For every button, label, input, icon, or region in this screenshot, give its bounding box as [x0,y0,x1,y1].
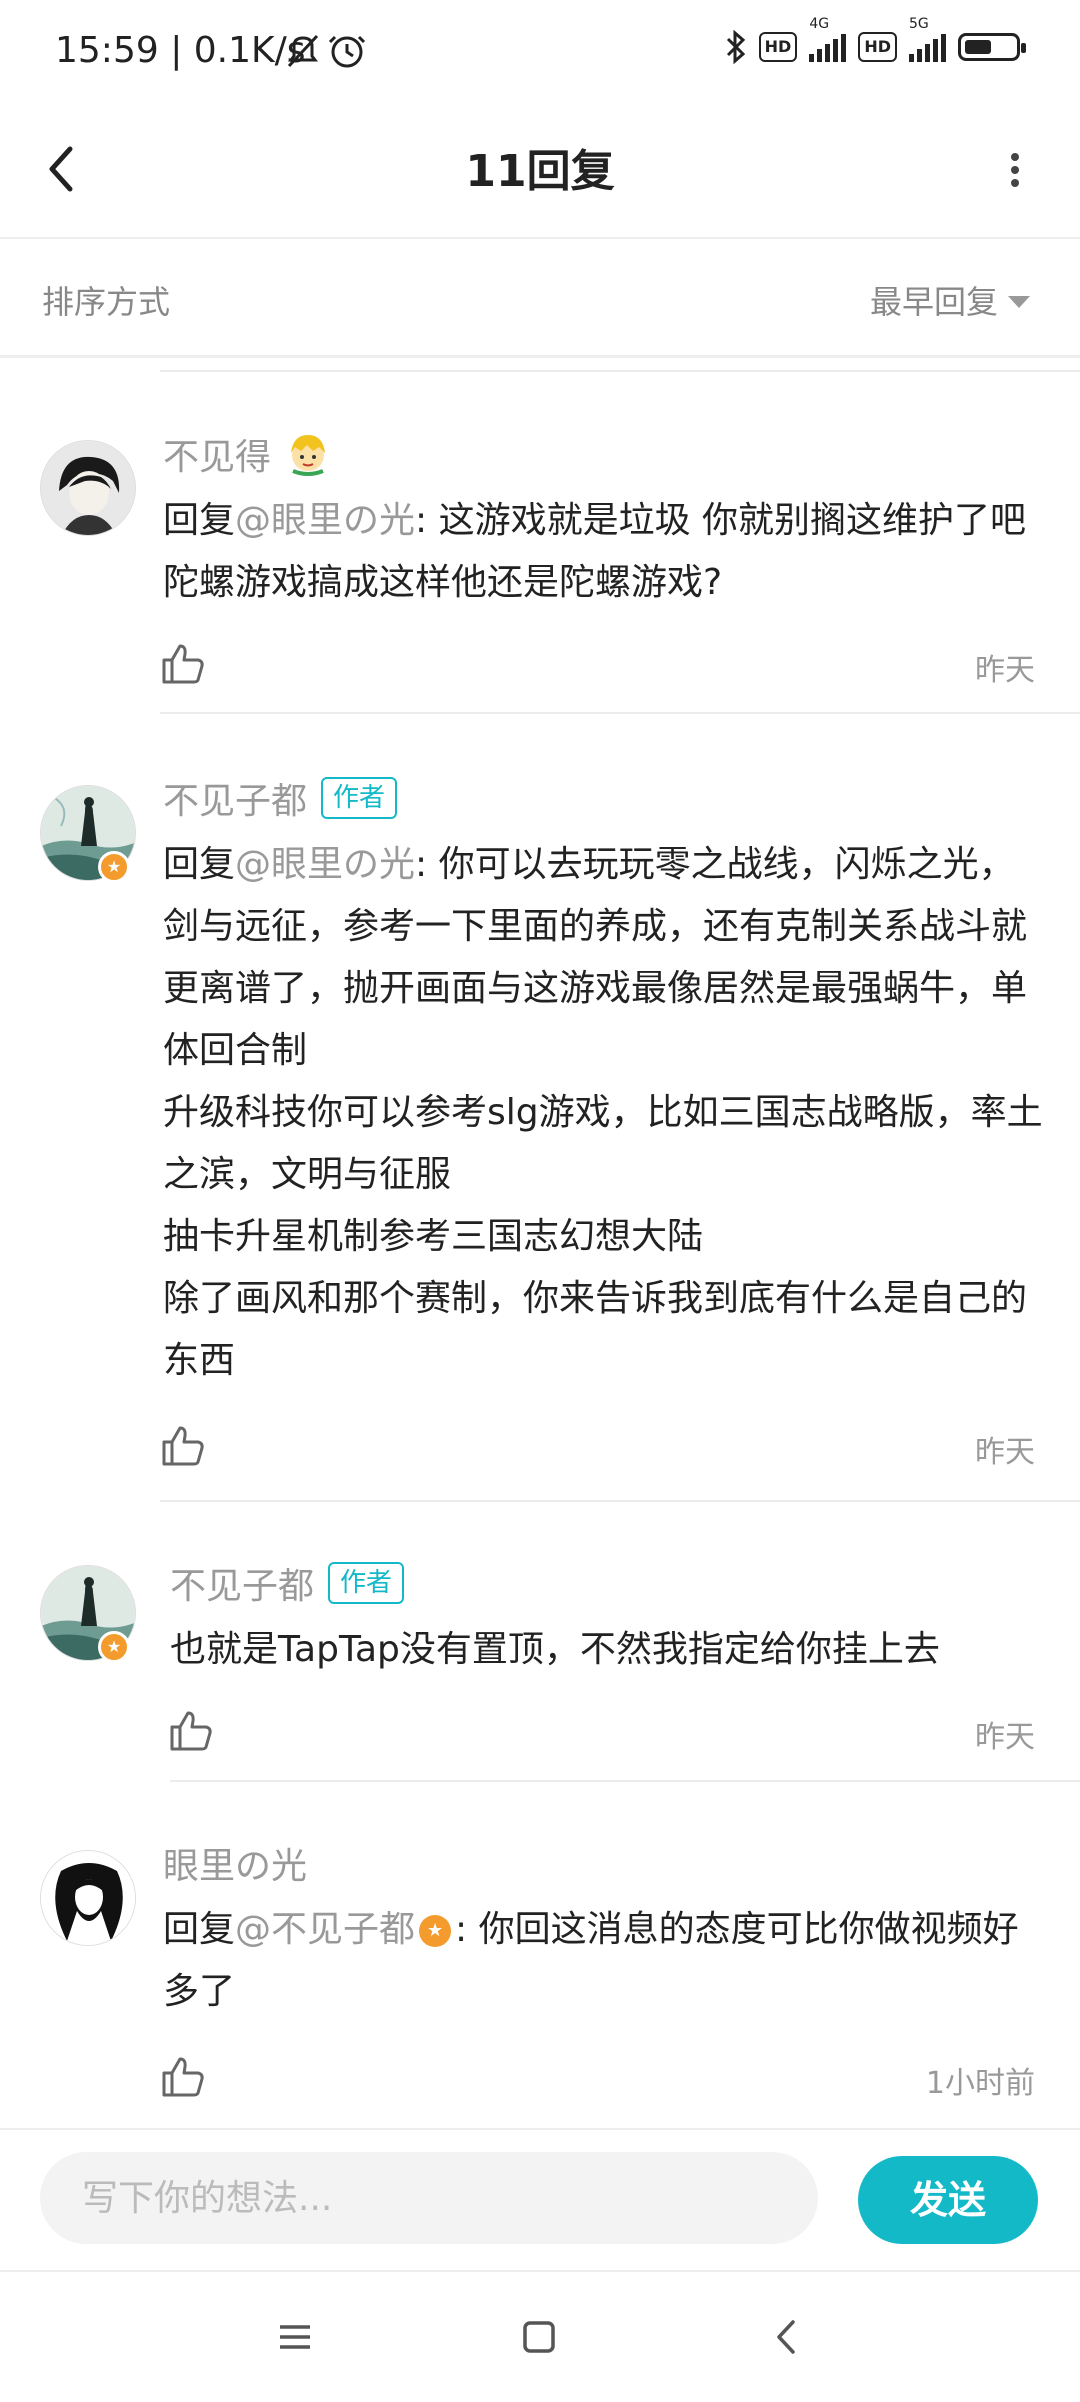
divider [170,1780,1080,1782]
status-left-icons [285,32,369,76]
avatar[interactable] [40,1850,136,1946]
verified-badge-icon: ★ [98,851,130,883]
back-chevron-icon [777,2320,795,2354]
mention-link[interactable]: @眼里の光 [235,844,415,885]
net-type-label-2: 5G [909,16,929,32]
comment-time: 昨天 [975,653,1035,688]
user-name[interactable]: 不见子都 [163,772,307,824]
top-bar: 11回复 [0,105,1080,239]
signal-4g-icon: 4G [809,16,847,62]
sort-selected: 最早回复 [869,283,998,321]
reply-prefix: 回复 [163,844,236,885]
more-button[interactable] [980,135,1050,205]
more-vertical-icon [1011,153,1019,187]
signal-5g-icon: 5G [909,16,946,62]
divider [160,1500,1080,1502]
like-button[interactable] [160,1422,206,1468]
menu-button[interactable] [270,2312,320,2362]
home-square-icon [523,2321,555,2353]
caret-down-icon [1008,296,1030,308]
comment-time: 昨天 [975,1435,1035,1470]
like-button[interactable] [160,2053,206,2099]
comment-time: 1小时前 [925,2066,1035,2101]
hd-badge-2: HD [858,32,897,62]
user-name[interactable]: 不见子都 [170,1557,314,1609]
status-right-icons: HD 4G HD 5G [725,16,1026,64]
comment-header: 眼里の光 [163,1837,307,1889]
comment-text: : 你可以去玩玩零之战线，闪烁之光，剑与远征，参考一下里面的养成，还有克制关系战… [163,844,1043,1381]
system-nav-bar [0,2270,1080,2402]
battery-icon [958,33,1026,61]
thumbs-up-icon [170,1711,212,1751]
sort-dropdown[interactable]: 最早回复 [870,277,1030,323]
like-button[interactable] [160,640,206,686]
comment-body: 回复@不见子都 ★: 你回这消息的态度可比你做视频好多了 [163,1899,1043,2023]
comment-body: 也就是TapTap没有置顶，不然我指定给你挂上去 [170,1619,1050,1681]
comment-time: 昨天 [975,1720,1035,1755]
avatar-image [41,1851,135,1945]
thumbs-up-icon [162,644,204,684]
reply-input[interactable] [40,2152,818,2244]
verified-badge-icon: ★ [98,1631,130,1663]
author-tag: 作者 [328,1562,405,1604]
reply-prefix: 回复 [163,500,236,541]
send-button[interactable]: 发送 [858,2156,1038,2244]
author-tag: 作者 [321,777,398,819]
menu-icon [280,2325,310,2349]
comment-header: 不见子都 作者 [163,772,398,824]
divider [160,370,1080,372]
reply-input-bar: 发送 [0,2128,1080,2270]
status-bar: 15:59 | 0.1K/s HD 4G HD 5G [0,0,1080,105]
thumbs-up-icon [162,1426,204,1466]
comment-header: 不见得 [163,428,331,480]
user-name[interactable]: 眼里の光 [163,1837,307,1889]
like-button[interactable] [168,1707,214,1753]
mute-alarm-icons [287,34,366,68]
page-title: 11回复 [465,146,615,197]
divider [160,712,1080,714]
thumbs-up-icon [162,2057,204,2097]
comment-body: 回复@眼里の光: 这游戏就是垃圾 你就别搁这维护了吧 陀螺游戏搞成这样他还是陀螺… [163,490,1043,614]
sticker-icon [291,435,326,476]
reply-prefix: 回复 [163,1909,236,1950]
mention-link[interactable]: @眼里の光 [235,500,415,541]
bluetooth-icon [726,30,745,64]
comment-body: 回复@眼里の光: 你可以去玩玩零之战线，闪烁之光，剑与远征，参考一下里面的养成，… [163,834,1043,1392]
sort-label: 排序方式 [42,283,171,321]
hd-badge: HD [758,32,798,62]
status-time: 15:59 | 0.1K/s [55,30,306,71]
mention-link[interactable]: @不见子都 [235,1909,415,1950]
net-type-label: 4G [809,16,830,32]
home-button[interactable] [514,2312,564,2362]
user-name[interactable]: 不见得 [163,428,271,480]
nav-back-button[interactable] [762,2312,812,2362]
sort-bar: 排序方式 最早回复 [0,239,1080,358]
verified-badge-icon: ★ [419,1915,452,1947]
comment-header: 不见子都 作者 [170,1557,405,1609]
comment-text: 也就是TapTap没有置顶，不然我指定给你挂上去 [170,1629,940,1670]
avatar-image [41,441,135,535]
avatar[interactable] [40,440,136,536]
